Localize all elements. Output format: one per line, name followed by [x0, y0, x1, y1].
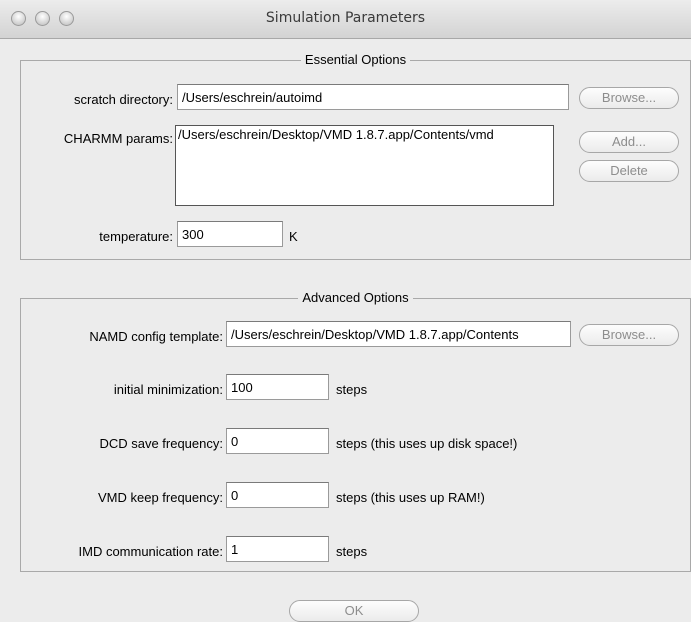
window-title: Simulation Parameters — [265, 10, 426, 26]
charmm-params-label: CHARMM params: — [63, 131, 173, 146]
initial-minimization-label: initial minimization: — [113, 382, 223, 397]
ok-button[interactable]: OK — [289, 600, 419, 622]
charmm-params-list[interactable]: /Users/eschrein/Desktop/VMD 1.8.7.app/Co… — [175, 125, 554, 206]
temperature-label: temperature: — [99, 229, 173, 244]
imd-rate-unit: steps — [336, 544, 368, 559]
initial-minimization-input[interactable] — [226, 374, 329, 400]
vmd-keep-frequency-label: VMD keep frequency: — [97, 490, 223, 505]
initial-minimization-unit: steps — [336, 382, 368, 397]
dcd-frequency-unit: steps (this uses up disk space!) — [336, 436, 518, 451]
delete-param-button[interactable]: Delete — [579, 160, 679, 182]
title-bar: Simulation Parameters — [0, 0, 691, 39]
namd-template-input[interactable] — [226, 321, 571, 347]
imd-rate-label: IMD communication rate: — [78, 544, 224, 559]
scratch-browse-button[interactable]: Browse... — [579, 87, 679, 109]
advanced-options-legend: Advanced Options — [302, 290, 409, 305]
scratch-directory-label: scratch directory: — [74, 92, 173, 107]
namd-browse-button[interactable]: Browse... — [579, 324, 679, 346]
temperature-unit: K — [289, 229, 298, 244]
vmd-keep-frequency-unit: steps (this uses up RAM!) — [336, 490, 485, 505]
scratch-directory-input[interactable] — [177, 84, 569, 110]
namd-template-label: NAMD config template: — [89, 329, 223, 344]
essential-options-legend: Essential Options — [304, 52, 407, 67]
imd-rate-input[interactable] — [226, 536, 329, 562]
dcd-frequency-input[interactable] — [226, 428, 329, 454]
dcd-frequency-label: DCD save frequency: — [99, 436, 223, 451]
vmd-keep-frequency-input[interactable] — [226, 482, 329, 508]
add-param-button[interactable]: Add... — [579, 131, 679, 153]
charmm-param-item[interactable]: /Users/eschrein/Desktop/VMD 1.8.7.app/Co… — [178, 127, 551, 143]
temperature-input[interactable] — [177, 221, 283, 247]
